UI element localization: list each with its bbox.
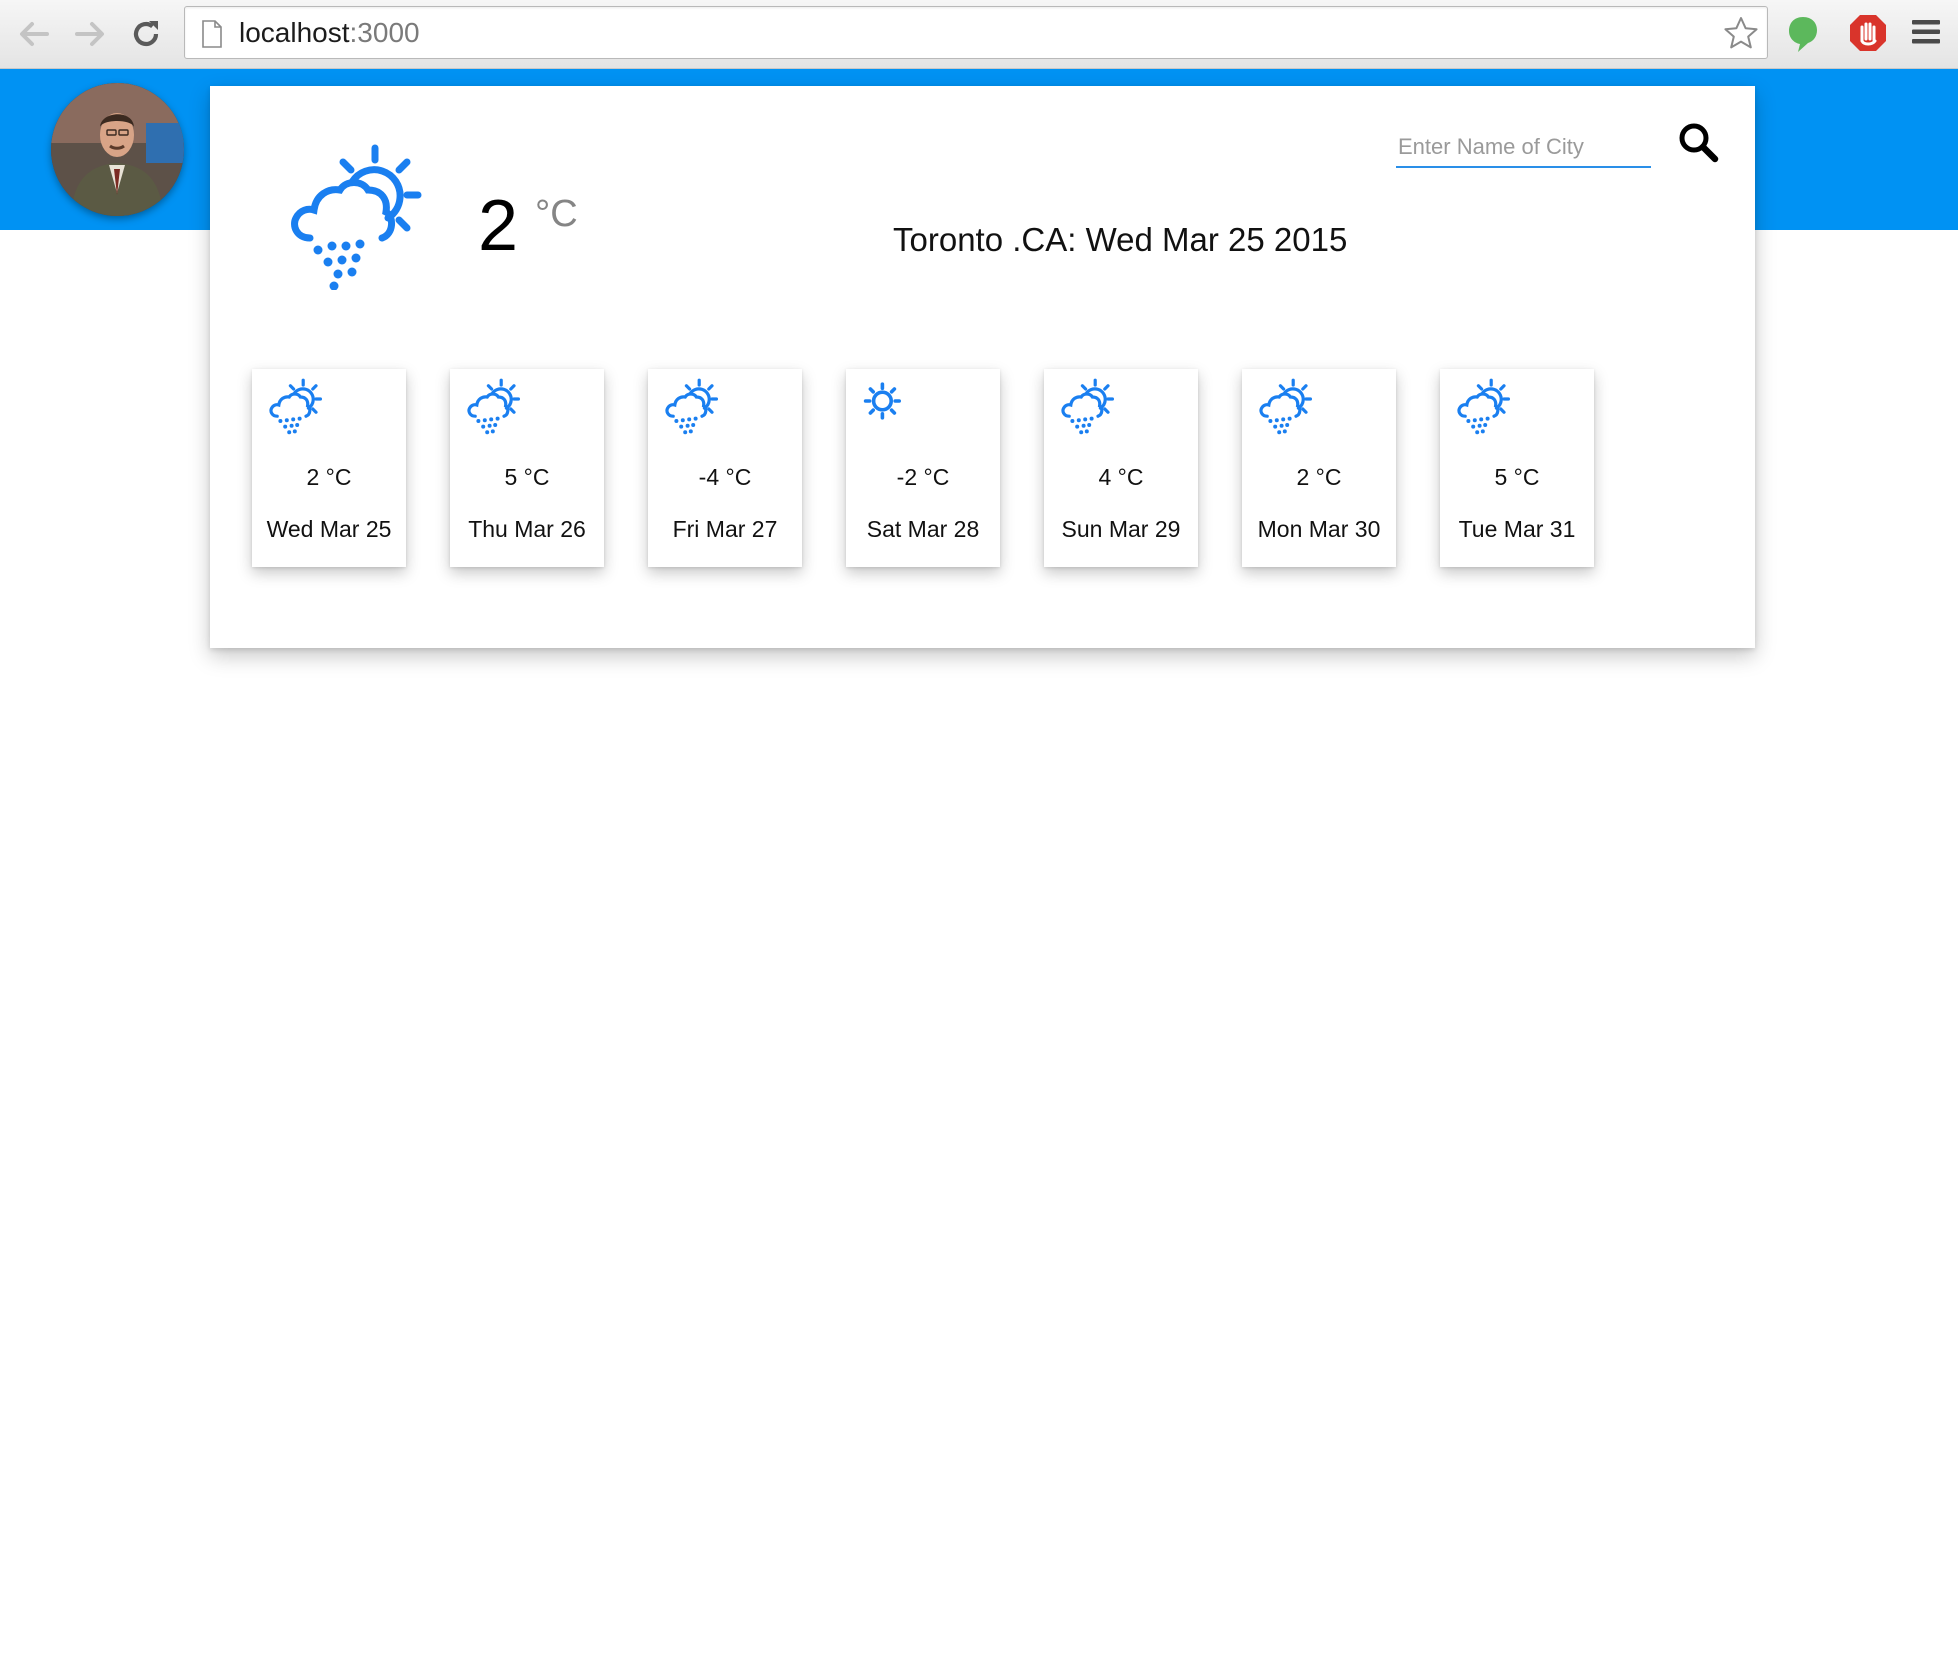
forecast-date: Mon Mar 30 [1257,516,1381,542]
cloud-sun-rain-icon [1061,378,1114,435]
weather-card: 2 °C Toronto .CA: Wed Mar 25 2015 2 °C W… [210,86,1755,648]
forecast-list: 2 °C Wed Mar 25 5 °C Thu Mar 26 -4 °C Fr… [252,369,1594,569]
forecast-day-card[interactable]: 2 °C Wed Mar 25 [252,369,406,567]
forecast-temperature: 2 °C [1296,464,1342,490]
forecast-day-card[interactable]: 4 °C Sun Mar 29 [1044,369,1198,567]
avatar-photo [51,83,184,216]
forecast-temperature: 4 °C [1098,464,1144,490]
forecast-day-card[interactable]: 5 °C Tue Mar 31 [1440,369,1594,567]
forecast-day-card[interactable]: 2 °C Mon Mar 30 [1242,369,1396,567]
url-text[interactable]: localhost:3000 [239,18,420,48]
forecast-temperature: -2 °C [896,464,950,490]
address-bar[interactable]: localhost:3000 [184,6,1768,59]
forecast-temperature: 2 °C [306,464,352,490]
browser-toolbar: localhost:3000 [0,0,1958,69]
forecast-temperature: -4 °C [698,464,752,490]
forecast-day-card[interactable]: -4 °C Fri Mar 27 [648,369,802,567]
chat-bubble-icon[interactable] [1786,15,1820,53]
forecast-date: Thu Mar 26 [468,516,586,542]
star-icon[interactable] [1723,16,1759,50]
forecast-date: Tue Mar 31 [1458,516,1576,542]
cloud-sun-rain-icon [269,378,322,435]
menu-icon[interactable] [1911,18,1941,46]
city-search-input[interactable] [1396,128,1651,168]
forecast-date: Wed Mar 25 [266,516,392,542]
forward-arrow-icon [75,22,104,46]
forecast-date: Sun Mar 29 [1061,516,1181,542]
current-temperature: 2 [478,186,519,266]
cloud-sun-rain-icon [467,378,520,435]
back-button[interactable] [14,14,54,54]
search-icon [1679,123,1719,163]
forecast-temperature: 5 °C [1494,464,1540,490]
sun-icon [863,382,901,420]
search-button[interactable] [1674,118,1722,166]
forecast-day-card[interactable]: -2 °C Sat Mar 28 [846,369,1000,567]
location-date: Toronto .CA: Wed Mar 25 2015 [893,221,1348,258]
cloud-sun-rain-icon [1457,378,1510,435]
cloud-sun-rain-icon [665,378,718,435]
page-icon [202,20,222,48]
url-port: :3000 [349,17,420,48]
reload-button[interactable] [126,14,166,54]
cloud-sun-rain-icon [1259,378,1312,435]
back-arrow-icon [20,22,49,46]
avatar[interactable] [51,83,184,216]
reload-icon [133,21,159,47]
forecast-temperature: 5 °C [504,464,550,490]
forecast-date: Sat Mar 28 [866,516,980,542]
forecast-date: Fri Mar 27 [672,516,778,542]
stop-hand-icon[interactable] [1848,13,1888,53]
cloud-sun-rain-icon [291,144,422,290]
url-host: localhost [239,17,350,48]
forecast-day-card[interactable]: 5 °C Thu Mar 26 [450,369,604,567]
current-temperature-unit: °C [535,193,578,235]
forward-button[interactable] [70,14,110,54]
